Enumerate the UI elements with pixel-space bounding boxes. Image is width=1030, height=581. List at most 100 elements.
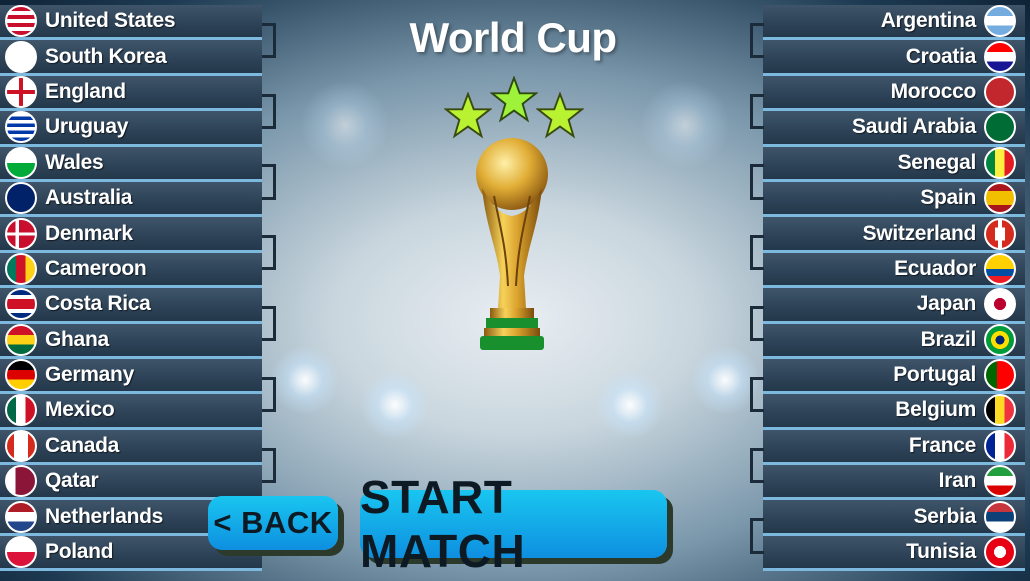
start-match-button[interactable]: START MATCH	[360, 471, 667, 577]
bracket-connector	[262, 164, 276, 200]
bracket-connector	[750, 376, 764, 413]
cameroon-flag-icon	[5, 252, 37, 285]
stadium-light	[270, 345, 340, 415]
team-name: England	[45, 79, 126, 103]
poland-flag-icon	[5, 536, 37, 569]
spain-flag-icon	[984, 182, 1016, 215]
team-name: Mexico	[45, 398, 115, 422]
team-row[interactable]: South Korea	[0, 40, 262, 76]
team-row[interactable]: Ghana	[0, 323, 262, 359]
bracket-connector	[262, 376, 276, 413]
saudi-arabia-flag-icon	[984, 111, 1016, 144]
team-name: Spain	[920, 186, 976, 210]
star-icon	[536, 92, 584, 139]
team-row[interactable]: Brazil	[763, 323, 1025, 359]
back-button[interactable]: < BACK	[208, 496, 338, 550]
bracket-connector	[750, 164, 764, 200]
bracket-connector	[750, 305, 764, 342]
stadium-light	[360, 370, 430, 440]
team-row[interactable]: Germany	[0, 358, 262, 395]
team-name: Serbia	[913, 504, 977, 528]
team-row[interactable]: Mexico	[0, 394, 262, 430]
team-row[interactable]: Morocco	[763, 75, 1025, 112]
belgium-flag-icon	[984, 394, 1016, 427]
team-row[interactable]: Senegal	[763, 146, 1025, 182]
team-row[interactable]: Switzerland	[763, 217, 1025, 253]
star-icon	[444, 92, 492, 139]
switzerland-flag-icon	[984, 217, 1016, 250]
australia-flag-icon	[5, 182, 37, 215]
france-flag-icon	[984, 429, 1016, 462]
mexico-flag-icon	[5, 394, 37, 427]
team-row[interactable]: Tunisia	[763, 535, 1025, 572]
team-name: Morocco	[890, 79, 977, 103]
team-name: Denmark	[45, 221, 133, 245]
senegal-flag-icon	[984, 146, 1016, 179]
team-name: Saudi Arabia	[852, 115, 976, 139]
stadium-light	[640, 80, 730, 170]
team-row[interactable]: Wales	[0, 146, 262, 182]
team-name: Ghana	[45, 327, 109, 351]
team-name: Qatar	[45, 469, 99, 493]
page-title: World Cup	[409, 14, 617, 61]
team-row[interactable]: Canada	[0, 429, 262, 466]
team-row[interactable]: Denmark	[0, 217, 262, 253]
team-name: Iran	[938, 469, 977, 493]
bracket-connector	[262, 93, 276, 129]
team-row[interactable]: Saudi Arabia	[763, 111, 1025, 147]
team-name: Wales	[45, 150, 104, 174]
team-name: Croatia	[905, 44, 977, 68]
team-row[interactable]: Cameroon	[0, 252, 262, 289]
team-row[interactable]: Belgium	[763, 394, 1025, 430]
denmark-flag-icon	[5, 217, 37, 250]
right-bracket-column: Argentina Croatia Morocco Saudi Arabia Seneg…	[763, 5, 1025, 572]
costa-rica-flag-icon	[5, 288, 37, 321]
left-bracket-column: United States South Korea England Uruguay Wa…	[0, 5, 262, 572]
world-cup-trophy-icon	[476, 138, 548, 350]
bracket-connector	[750, 518, 764, 554]
usa-flag-icon	[5, 5, 37, 38]
team-name: France	[908, 433, 976, 457]
team-row[interactable]: United States	[0, 5, 262, 41]
team-row[interactable]: Costa Rica	[0, 288, 262, 324]
germany-flag-icon	[5, 359, 37, 392]
bracket-connector	[262, 22, 276, 59]
team-row[interactable]: Iran	[763, 465, 1025, 501]
croatia-flag-icon	[984, 40, 1016, 73]
brazil-flag-icon	[984, 323, 1016, 356]
bracket-connector	[750, 93, 764, 129]
stadium-light	[595, 370, 665, 440]
team-name: Germany	[45, 363, 134, 387]
team-row[interactable]: England	[0, 75, 262, 112]
japan-flag-icon	[984, 288, 1016, 321]
bracket-connector	[262, 447, 276, 483]
team-row[interactable]: Spain	[763, 181, 1025, 218]
team-row[interactable]: Croatia	[763, 40, 1025, 76]
netherlands-flag-icon	[5, 500, 37, 533]
team-name: Brazil	[920, 327, 977, 351]
team-row[interactable]: Serbia	[763, 500, 1025, 536]
team-name: Tunisia	[906, 540, 976, 564]
team-row[interactable]: France	[763, 429, 1025, 466]
serbia-flag-icon	[984, 500, 1016, 533]
team-row[interactable]: Australia	[0, 181, 262, 218]
team-row[interactable]: Uruguay	[0, 111, 262, 147]
south-korea-flag-icon	[5, 40, 37, 73]
team-name: Argentina	[880, 9, 977, 33]
team-name: Senegal	[897, 150, 977, 174]
team-name: Australia	[45, 186, 133, 210]
team-row[interactable]: Japan	[763, 288, 1025, 324]
team-name: South Korea	[45, 44, 167, 68]
team-row[interactable]: Portugal	[763, 358, 1025, 395]
iran-flag-icon	[984, 465, 1016, 498]
team-name: Japan	[916, 292, 977, 316]
team-row[interactable]: Argentina	[763, 5, 1025, 41]
team-name: Netherlands	[45, 504, 164, 528]
team-name: Switzerland	[862, 221, 977, 245]
team-name: Canada	[45, 433, 120, 457]
ecuador-flag-icon	[984, 252, 1016, 285]
england-flag-icon	[5, 75, 37, 108]
team-row[interactable]: Ecuador	[763, 252, 1025, 289]
morocco-flag-icon	[984, 75, 1016, 108]
team-name: Portugal	[893, 363, 976, 387]
